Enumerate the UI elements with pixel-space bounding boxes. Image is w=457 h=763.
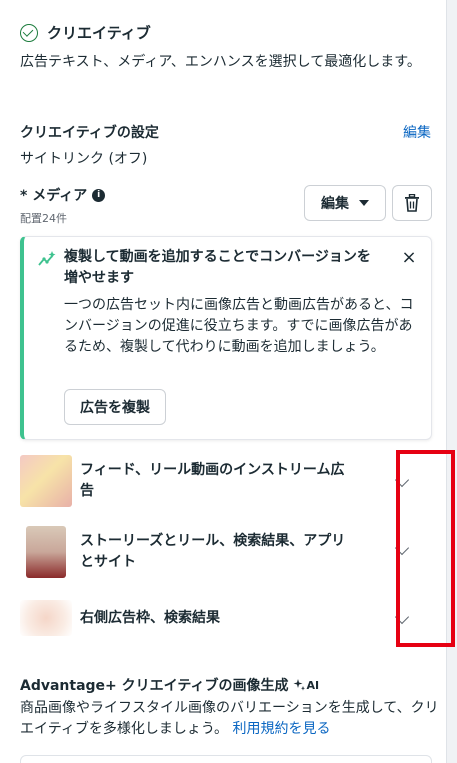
placement-row-stories[interactable]: ストーリーズとリール、検索結果、アプリとサイト [20,526,432,578]
highlight-box [396,450,455,647]
advantage-option-card[interactable] [20,755,432,763]
placement-row-feed[interactable]: フィード、リール動画のインストリーム広告 [20,455,432,507]
terms-link[interactable]: 利用規約を見る [233,721,331,737]
creative-panel: クリエイティブ 広告テキスト、メディア、エンハンスを選択して最適化します。 クリ… [0,0,446,763]
media-edit-button[interactable]: 編集 [304,185,386,221]
placement-thumbnail [20,455,72,507]
media-edit-button-label: 編集 [321,196,349,212]
section-title: クリエイティブ [47,24,151,42]
trash-icon [405,194,419,212]
placement-label: 右側広告枠、検索結果 [80,609,220,626]
placement-thumbnail [26,526,66,578]
ai-badge: AI [293,678,320,692]
delete-button[interactable] [392,185,432,221]
section-description: 広告テキスト、メディア、エンハンスを選択して最適化します。 [20,54,421,70]
side-scroll-area [446,0,457,763]
advantage-description-text: 商品画像やライフスタイル画像のバリエーションを生成して、クリエイティブを多様化し… [20,700,439,737]
advantage-title: Advantage+ クリエイティブの画像生成 AI [20,675,319,695]
trend-sparkle-icon [38,251,56,266]
creative-settings-edit-link[interactable]: 編集 [403,122,431,142]
recommendation-card: 複製して動画を追加することでコンバージョンを増やせます × 一つの広告セット内に… [20,236,432,440]
recommendation-body: 一つの広告セット内に画像広告と動画広告があると、コンバージョンの促進に役立ちます… [64,297,414,355]
creative-settings-value: サイトリンク (オフ) [20,151,148,167]
recommendation-title: 複製して動画を追加することでコンバージョンを増やせます [64,249,371,286]
ai-label: AI [306,678,320,692]
advantage-description: 商品画像やライフスタイル画像のバリエーションを生成して、クリエイティブを多様化し… [20,698,440,740]
duplicate-ad-button[interactable]: 広告を複製 [64,389,166,425]
section-header: クリエイティブ [20,22,151,43]
media-placement-count: 配置24件 [20,212,67,225]
placement-label: フィード、リール動画のインストリーム広告 [80,462,345,499]
media-title-label: * メディア [20,188,88,204]
sparkle-icon [293,679,305,691]
caret-down-icon [359,200,369,206]
placement-row-right-column[interactable]: 右側広告枠、検索結果 [20,600,432,636]
check-circle-icon [20,23,38,42]
placement-thumbnail [20,600,72,636]
media-title: * メディア i [20,185,106,205]
creative-settings-title: クリエイティブの設定 [20,125,159,141]
info-icon[interactable]: i [92,188,106,202]
close-icon[interactable]: × [398,247,420,269]
advantage-title-label: Advantage+ クリエイティブの画像生成 [20,678,289,694]
placement-label: ストーリーズとリール、検索結果、アプリとサイト [80,533,346,570]
